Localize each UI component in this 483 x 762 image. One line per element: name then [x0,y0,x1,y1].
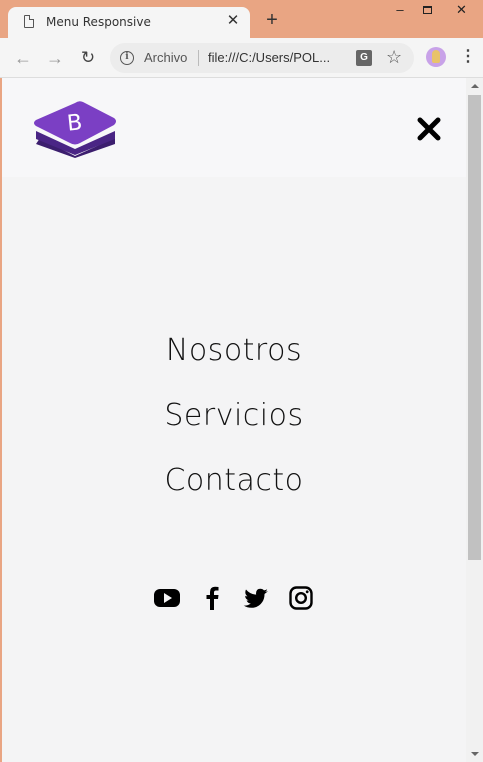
twitter-icon[interactable] [241,583,271,613]
youtube-icon[interactable] [152,583,182,613]
vertical-scrollbar[interactable] [466,78,483,762]
maximize-button[interactable] [412,0,442,22]
tab-close-button[interactable]: ✕ [224,12,242,30]
menu-item-nosotros[interactable]: Nosotros [2,318,466,383]
title-bar: Menu Responsive ✕ + – ✕ [0,0,483,38]
social-links [2,583,466,613]
profile-avatar[interactable] [426,47,446,67]
address-separator [198,50,199,66]
new-tab-button[interactable]: + [262,10,282,30]
browser-toolbar: ← → ↻ i Archivo file:///C:/Users/POL... … [0,38,483,78]
browser-menu-button[interactable]: ⋮ [460,47,476,67]
close-icon[interactable] [414,114,444,144]
browser-tab[interactable]: Menu Responsive ✕ [8,7,250,38]
bookmark-star-icon[interactable]: ☆ [386,47,402,68]
window-close-button[interactable]: ✕ [440,0,483,22]
logo-letter: B [66,110,84,136]
minimize-button[interactable]: – [385,0,415,22]
menu-item-contacto[interactable]: Contacto [2,448,466,513]
translate-icon[interactable]: G [356,50,372,66]
instagram-icon[interactable] [286,583,316,613]
info-icon[interactable]: i [120,51,134,65]
scroll-up-button[interactable] [466,78,483,95]
page-viewport: B Nosotros Servicios Contacto [2,78,466,762]
address-bar[interactable]: i Archivo file:///C:/Users/POL... G ☆ [110,43,414,73]
page-header: B [2,78,466,177]
maximize-icon [422,6,432,14]
url-text[interactable]: file:///C:/Users/POL... [208,50,330,65]
forward-button[interactable]: → [44,47,66,69]
scroll-down-button[interactable] [466,745,483,762]
tab-title: Menu Responsive [46,15,151,29]
scheme-label: Archivo [144,50,188,65]
reload-button[interactable]: ↻ [77,47,99,69]
bootstrap-logo[interactable]: B [30,98,120,163]
scroll-thumb[interactable] [468,95,481,560]
page-icon [24,15,34,28]
main-menu: Nosotros Servicios Contacto [2,318,466,513]
facebook-icon[interactable] [197,583,227,613]
menu-item-servicios[interactable]: Servicios [2,383,466,448]
back-button[interactable]: ← [12,47,34,69]
